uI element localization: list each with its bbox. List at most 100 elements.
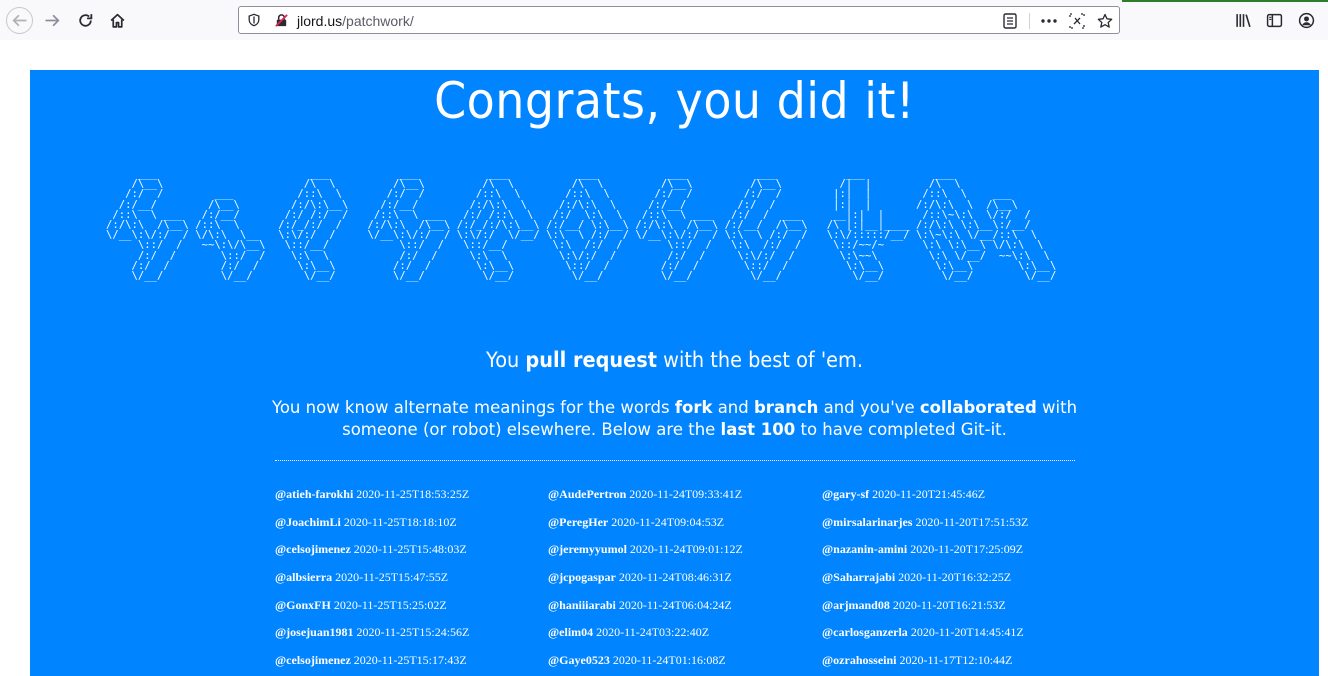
list-item: @AudePertron 2020-11-24T09:33:41Z — [548, 487, 818, 515]
username-link[interactable]: @jcpogaspar — [548, 570, 616, 584]
intro-fork: fork — [674, 398, 713, 417]
intro-text: and — [712, 398, 754, 417]
reload-icon — [78, 13, 92, 27]
timestamp: 2020-11-25T18:18:10Z — [343, 514, 457, 529]
forward-button[interactable] — [39, 7, 65, 33]
username-link[interactable]: @arjmand08 — [822, 598, 890, 612]
username-link[interactable]: @ozrahosseini — [822, 653, 897, 667]
congrats-panel: Congrats, you did it! ___ ___ ___ ___ __… — [30, 70, 1319, 676]
list-item: @jcpogaspar 2020-11-24T08:46:31Z — [548, 570, 818, 598]
username-link[interactable]: @jeremyyumol — [548, 542, 627, 556]
timestamp: 2020-11-25T15:17:43Z — [353, 653, 467, 668]
username-link[interactable]: @albsierra — [275, 570, 332, 584]
list-item: @carlosganzerla 2020-11-20T14:45:41Z — [822, 625, 1092, 653]
back-button[interactable] — [6, 7, 33, 34]
screenshot-icon[interactable] — [1068, 12, 1086, 30]
timestamp: 2020-11-20T14:45:41Z — [910, 625, 1024, 640]
list-item: @gary-sf 2020-11-20T21:45:46Z — [822, 487, 1092, 515]
library-icon — [1235, 13, 1251, 27]
list-item: @mirsalarinarjes 2020-11-20T17:51:53Z — [822, 515, 1092, 543]
ascii-art-banner: ___ ___ ___ ___ ___ ___ ___ ___ ___ /\__… — [106, 168, 1057, 283]
completions-column-3: @gary-sf 2020-11-20T21:45:46Z @mirsalari… — [822, 487, 1092, 676]
list-item: @PeregHer 2020-11-24T09:04:53Z — [548, 515, 818, 543]
list-item: @arjmand08 2020-11-20T16:21:53Z — [822, 598, 1092, 626]
timestamp: 2020-11-20T17:51:53Z — [915, 514, 1029, 529]
account-icon — [1298, 12, 1314, 28]
url-bar[interactable]: jlord.us/patchwork/ — [238, 6, 1120, 34]
shield-icon[interactable] — [246, 12, 262, 28]
intro-text: You now know alternate meanings for the … — [271, 398, 675, 417]
dotted-divider — [275, 460, 1075, 461]
arrow-right-icon — [44, 14, 60, 26]
library-button[interactable] — [1230, 7, 1256, 33]
intro-text: to have completed Git-it. — [795, 420, 1007, 439]
timestamp: 2020-11-20T21:45:46Z — [872, 487, 986, 501]
star-icon[interactable] — [1096, 12, 1114, 30]
list-item: @nazanin-amini 2020-11-20T17:25:09Z — [822, 542, 1092, 570]
timestamp: 2020-11-20T17:25:09Z — [910, 542, 1024, 557]
url-text[interactable]: jlord.us/patchwork/ — [297, 13, 414, 29]
list-item: @GonxFH 2020-11-25T15:25:02Z — [275, 598, 545, 626]
timestamp: 2020-11-20T16:21:53Z — [892, 597, 1006, 612]
ellipsis-icon[interactable] — [1040, 12, 1058, 30]
username-link[interactable]: @GonxFH — [275, 598, 331, 612]
home-button[interactable] — [104, 7, 130, 33]
list-item: @elim04 2020-11-24T03:22:40Z — [548, 625, 818, 653]
username-link[interactable]: @PeregHer — [548, 515, 608, 529]
timestamp: 2020-11-24T01:16:08Z — [612, 653, 726, 668]
timestamp: 2020-11-25T15:47:55Z — [335, 570, 449, 585]
intro-paragraph: You now know alternate meanings for the … — [260, 397, 1089, 441]
username-link[interactable]: @Gaye0523 — [548, 653, 610, 667]
timestamp: 2020-11-24T09:01:12Z — [629, 542, 743, 557]
intro-branch: branch — [754, 398, 819, 417]
browser-toolbar: jlord.us/patchwork/ — [0, 0, 1328, 40]
list-item: @josejuan1981 2020-11-25T15:24:56Z — [275, 625, 545, 653]
url-separator — [1029, 13, 1030, 29]
username-link[interactable]: @gary-sf — [822, 487, 869, 501]
username-link[interactable]: @celsojimenez — [275, 653, 351, 667]
intro-collaborated: collaborated — [919, 398, 1037, 417]
intro-last-100: last 100 — [720, 420, 796, 439]
username-link[interactable]: @carlosganzerla — [822, 625, 908, 639]
account-button[interactable] — [1293, 7, 1319, 33]
timestamp: 2020-11-20T16:32:25Z — [898, 570, 1012, 585]
list-item: @ozrahosseini 2020-11-17T12:10:44Z — [822, 653, 1092, 676]
username-link[interactable]: @haniiiarabi — [548, 598, 616, 612]
username-link[interactable]: @nazanin-amini — [822, 542, 907, 556]
broken-lock-icon[interactable] — [273, 12, 289, 28]
timestamp: 2020-11-17T12:10:44Z — [899, 653, 1013, 668]
reload-button[interactable] — [72, 7, 98, 33]
username-link[interactable]: @Saharrajabi — [822, 570, 895, 584]
list-item: @albsierra 2020-11-25T15:47:55Z — [275, 570, 545, 598]
list-item: @atieh-farokhi 2020-11-25T18:53:25Z — [275, 487, 545, 515]
list-item: @haniiiarabi 2020-11-24T06:04:24Z — [548, 598, 818, 626]
list-item: @jeremyyumol 2020-11-24T09:01:12Z — [548, 542, 818, 570]
username-link[interactable]: @atieh-farokhi — [275, 487, 353, 501]
url-path: /patchwork/ — [342, 13, 414, 29]
timestamp: 2020-11-24T09:04:53Z — [611, 514, 725, 529]
tagline-bold: pull request — [525, 348, 658, 372]
list-item: @celsojimenez 2020-11-25T15:48:03Z — [275, 542, 545, 570]
sidebar-button[interactable] — [1261, 7, 1287, 33]
username-link[interactable]: @josejuan1981 — [275, 625, 354, 639]
timestamp: 2020-11-24T06:04:24Z — [618, 597, 732, 612]
timestamp: 2020-11-25T15:48:03Z — [353, 542, 467, 557]
username-link[interactable]: @AudePertron — [548, 487, 626, 501]
list-item: @celsojimenez 2020-11-25T15:17:43Z — [275, 653, 545, 676]
list-item: @JoachimLi 2020-11-25T18:18:10Z — [275, 515, 545, 543]
username-link[interactable]: @mirsalarinarjes — [822, 515, 912, 529]
timestamp: 2020-11-25T15:24:56Z — [356, 625, 470, 640]
username-link[interactable]: @celsojimenez — [275, 542, 351, 556]
url-host: jlord.us — [297, 13, 343, 29]
username-link[interactable]: @JoachimLi — [275, 515, 341, 529]
home-icon — [110, 13, 124, 28]
tagline-after: with the best of 'em. — [657, 348, 864, 372]
username-link[interactable]: @elim04 — [548, 625, 593, 639]
timestamp: 2020-11-25T18:53:25Z — [356, 487, 470, 501]
arrow-left-icon — [12, 14, 27, 27]
timestamp: 2020-11-25T15:25:02Z — [333, 597, 447, 612]
completions-column-1: @atieh-farokhi 2020-11-25T18:53:25Z @Joa… — [275, 487, 545, 676]
list-item: @Gaye0523 2020-11-24T01:16:08Z — [548, 653, 818, 676]
timestamp: 2020-11-24T09:33:41Z — [629, 487, 743, 501]
reader-view-icon[interactable] — [1001, 12, 1019, 30]
